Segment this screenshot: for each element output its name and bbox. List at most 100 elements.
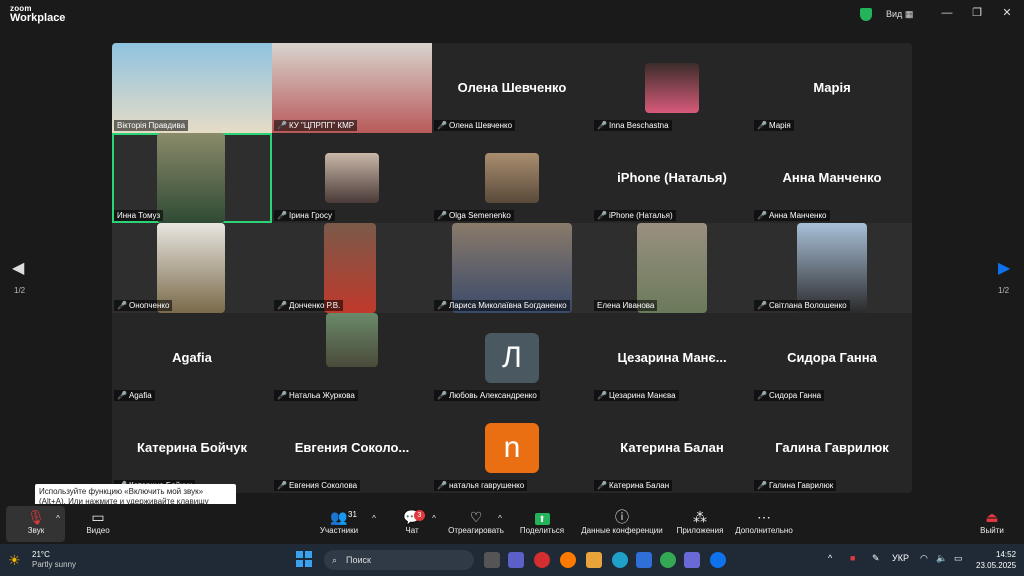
participant-name: Олена Шевченко (448, 121, 513, 130)
mic-muted-icon: 🎤 (757, 391, 767, 400)
video-button[interactable]: ▭ Видео (76, 508, 120, 535)
taskbar-clock[interactable]: 14:52 23.05.2025 (976, 549, 1016, 571)
participant-video (645, 63, 699, 113)
speaker-icon[interactable]: 🔈 (936, 553, 947, 564)
gallery-view: Вікторія Правдива 🎤 КУ "ЦПРПП" КМР Олена Ше… (112, 43, 912, 493)
mic-muted-icon: 🎤 (757, 481, 767, 490)
mic-muted-icon: 🎤 (437, 211, 447, 220)
start-button[interactable] (296, 551, 312, 567)
participant-name-label: 🎤 Натальа Журкова (274, 390, 358, 401)
participant-name-label: 🎤 Agafia (114, 390, 155, 401)
chat-label: Чат (405, 526, 419, 535)
chrome-icon[interactable] (660, 552, 676, 568)
participant-tile[interactable]: iPhone (Наталья) 🎤 iPhone (Наталья) (592, 133, 752, 223)
participant-tile[interactable]: Л 🎤 Любовь Александренко (432, 313, 592, 403)
participant-tile[interactable]: 🎤 Inna Beschastna (592, 43, 752, 133)
participant-tile[interactable]: Катерина Бойчук🎤Катерина Бойчук (112, 403, 272, 493)
react-label: Отреагировать (448, 526, 504, 535)
encryption-shield-icon[interactable] (860, 8, 872, 21)
tray-overflow-icon[interactable]: ^ (828, 553, 832, 563)
mic-muted-icon: 🎤 (757, 211, 767, 220)
zoom-taskbar-icon[interactable] (710, 552, 726, 568)
participant-tile[interactable]: 🎤 Донченко Р.В. (272, 223, 432, 313)
next-page-arrow-icon[interactable]: ▶ (998, 258, 1010, 278)
mic-muted-icon: 🎤 (757, 301, 767, 310)
word-icon[interactable] (636, 552, 652, 568)
react-caret[interactable]: ^ (494, 514, 506, 523)
participant-tile[interactable]: 🎤 Olga Semenenko (432, 133, 592, 223)
weather-desc: Partly sunny (32, 560, 77, 569)
mic-muted-icon: 🎤 (277, 211, 287, 220)
participant-name-label: 🎤 iPhone (Наталья) (594, 210, 676, 221)
meeting-toolbar: 🎙 Звук ^ ▭ Видео 👥 Участники 31 ^ 💬 Чат … (0, 504, 1024, 544)
participants-count: 31 (348, 510, 357, 519)
tray-pen-icon[interactable]: ✎ (872, 553, 880, 564)
mic-muted-icon: 🎤 (597, 391, 607, 400)
participant-name-label: 🎤 Донченко Р.В. (274, 300, 344, 311)
close-button[interactable]: ✕ (1000, 6, 1014, 20)
grid-icon: ▦ (904, 9, 914, 19)
participant-tile[interactable]: Анна Манченко 🎤 Анна Манченко (752, 133, 912, 223)
participant-tile[interactable]: Agafia 🎤 Agafia (112, 313, 272, 403)
view-button[interactable]: Вид ▦ (886, 9, 913, 20)
mic-muted-icon: 🎤 (277, 121, 287, 130)
participant-tile[interactable]: 🎤 Світлана Волошенко (752, 223, 912, 313)
participant-video (157, 133, 225, 223)
edge-icon[interactable] (612, 552, 628, 568)
taskbar-search[interactable]: ⌕ Поиск (324, 550, 474, 570)
participant-tile[interactable]: Катерина Балан 🎤 Катерина Балан (592, 403, 752, 493)
leave-button[interactable]: ⏏ Выйти (976, 508, 1008, 535)
participant-name: Инна Томуз (117, 211, 161, 220)
participant-name-label: Инна Томуз (114, 210, 164, 221)
participant-name-label: 🎤 Olga Semenenko (434, 210, 514, 221)
participant-name: Ірина Гросу (288, 211, 332, 220)
participant-name-label: 🎤 наталья гаврушенко (434, 480, 528, 491)
participant-tile[interactable]: n 🎤 наталья гаврушенко (432, 403, 592, 493)
task-view-icon[interactable] (484, 552, 500, 568)
participant-tile[interactable]: Инна Томуз (112, 133, 272, 223)
participant-tile[interactable]: Цезарина Манє... 🎤 Цезарина Манєва (592, 313, 752, 403)
minimize-button[interactable]: — (940, 6, 954, 20)
wifi-icon[interactable]: ◠ (920, 553, 928, 564)
maximize-button[interactable]: ❐ (970, 6, 984, 20)
participant-tile[interactable]: Вікторія Правдива (112, 43, 272, 133)
participant-tile[interactable]: Галина Гаврилюк 🎤 Галина Гаврилюк (752, 403, 912, 493)
meeting-info-button[interactable]: ⓘ Данные конференции (578, 508, 666, 535)
share-button[interactable]: ⬆ Поделиться (516, 508, 568, 535)
participant-tile[interactable]: Сидора Ганна 🎤 Сидора Ганна (752, 313, 912, 403)
participant-name: Елена Иванова (597, 301, 655, 310)
participant-tile[interactable]: Марія 🎤 Марія (752, 43, 912, 133)
opera-icon[interactable] (534, 552, 550, 568)
leave-icon: ⏏ (985, 509, 999, 525)
audio-options-caret[interactable]: ^ (52, 514, 64, 523)
weather-widget[interactable]: 21°C Partly sunny (32, 550, 76, 570)
prev-page-arrow-icon[interactable]: ◀ (12, 258, 24, 278)
participant-tile[interactable]: 🎤 Лариса Миколаївна Богданенко (432, 223, 592, 313)
participant-display-name: Евгения Соколо... (294, 440, 410, 455)
apps-button[interactable]: ⁂ Приложения (672, 508, 728, 535)
participant-tile[interactable]: 🎤 КУ "ЦПРПП" КМР (272, 43, 432, 133)
participant-name-label: 🎤 Світлана Волошенко (754, 300, 850, 311)
participant-display-name: Катерина Балан (620, 440, 724, 455)
teams-icon[interactable] (508, 552, 524, 568)
participant-tile[interactable]: 🎤 Натальа Журкова (272, 313, 432, 403)
mic-muted-icon: 🎤 (597, 121, 607, 130)
battery-icon[interactable]: ▭ (954, 553, 963, 564)
firefox-icon[interactable] (560, 552, 576, 568)
participant-tile[interactable]: Елена Иванова (592, 223, 752, 313)
participant-name-label: 🎤 КУ "ЦПРПП" КМР (274, 120, 358, 131)
tray-app-icon[interactable]: ■ (850, 553, 855, 563)
participant-tile[interactable]: Евгения Соколо... 🎤 Евгения Соколова (272, 403, 432, 493)
participant-name-label: 🎤 Онопченко (114, 300, 173, 311)
participant-tile[interactable]: 🎤 Онопченко (112, 223, 272, 313)
participant-name: Онопченко (128, 301, 170, 310)
chat-caret[interactable]: ^ (428, 514, 440, 523)
language-indicator[interactable]: УКР (892, 553, 909, 563)
participant-tile[interactable]: 🎤 Ірина Гросу (272, 133, 432, 223)
more-button[interactable]: ⋯ Дополнительно (730, 508, 798, 535)
participant-tile[interactable]: Олена Шевченко 🎤 Олена Шевченко (432, 43, 592, 133)
search-icon: ⌕ (332, 555, 338, 565)
participants-caret[interactable]: ^ (368, 514, 380, 523)
app-icon[interactable] (684, 552, 700, 568)
file-explorer-icon[interactable] (586, 552, 602, 568)
